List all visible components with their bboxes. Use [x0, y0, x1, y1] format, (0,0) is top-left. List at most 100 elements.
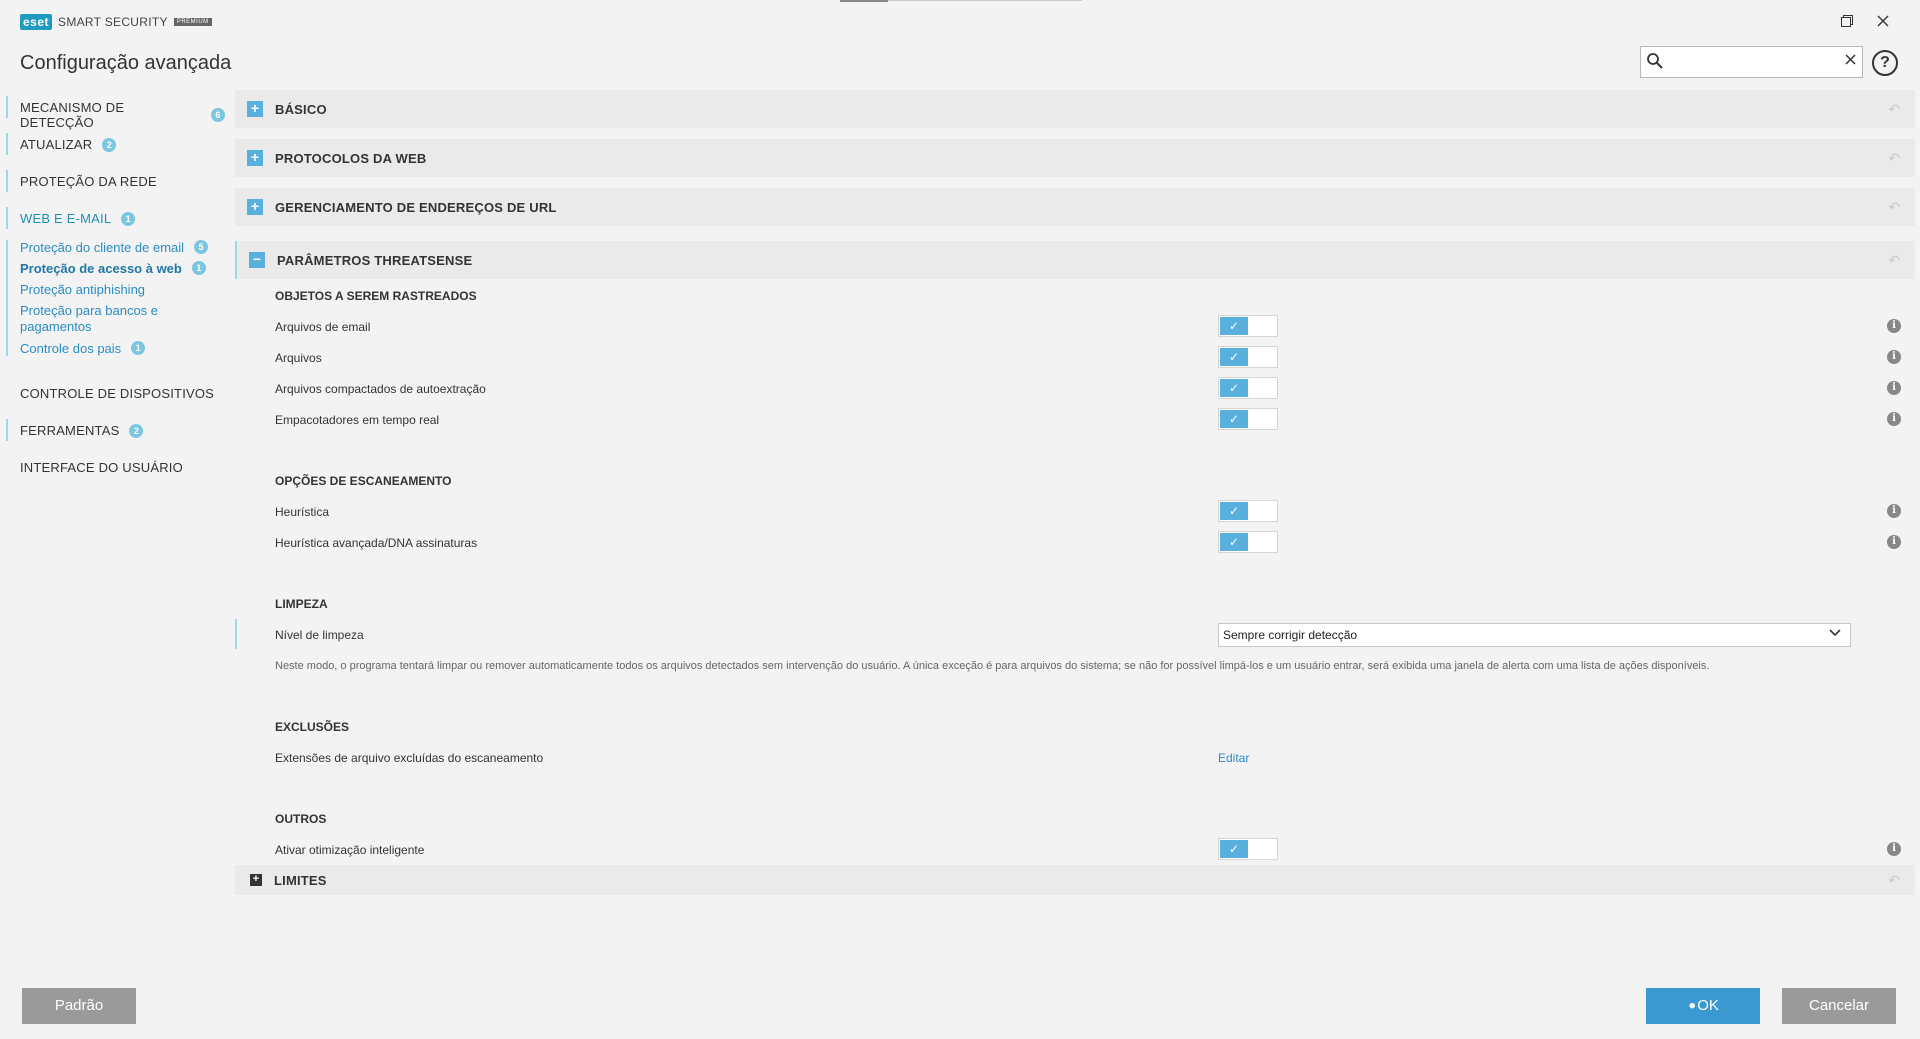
- section-url-management[interactable]: + GERENCIAMENTO DE ENDEREÇOS DE URL ↶: [235, 188, 1915, 226]
- restore-icon[interactable]: [1836, 10, 1858, 32]
- toggle-advanced-heuristics[interactable]: ✓: [1218, 531, 1278, 553]
- cleaning-description: Neste modo, o programa tentará limpar ou…: [275, 660, 1710, 672]
- help-button[interactable]: ?: [1872, 50, 1898, 76]
- group-title-scan-options: OPÇÕES DE ESCANEAMENTO: [275, 474, 452, 488]
- sidebar-subitem-parental-control[interactable]: Controle dos pais 1: [20, 341, 146, 357]
- info-icon[interactable]: i: [1887, 504, 1901, 518]
- sidebar-subitem-label: Proteção de acesso à web: [20, 261, 182, 276]
- sidebar-subitem-label: Proteção do cliente de email: [20, 240, 185, 255]
- default-button[interactable]: Padrão: [22, 988, 136, 1024]
- toggle-sfx-archives[interactable]: ✓: [1218, 377, 1278, 399]
- section-basic[interactable]: + BÁSICO ↶: [235, 90, 1915, 128]
- section-title: BÁSICO: [275, 101, 327, 117]
- check-icon: ✓: [1220, 502, 1248, 520]
- edit-exclusions-link[interactable]: Editar: [1218, 751, 1249, 765]
- search-box[interactable]: [1640, 46, 1863, 78]
- sidebar-item-web-email[interactable]: WEB E E-MAIL 1: [5, 207, 136, 229]
- group-title-exclusions: EXCLUSÕES: [275, 720, 350, 734]
- setting-label: Heurística: [275, 505, 330, 519]
- toggle-smart-optimization[interactable]: ✓: [1218, 838, 1278, 860]
- sidebar-item-update[interactable]: ATUALIZAR 2: [5, 133, 117, 155]
- info-icon[interactable]: i: [1887, 412, 1901, 426]
- eset-logo-mark: eset: [20, 14, 53, 30]
- section-threatsense[interactable]: − PARÂMETROS THREATSENSE ↶: [235, 241, 1915, 279]
- revert-icon[interactable]: ↶: [1888, 150, 1900, 167]
- setting-label: Heurística avançada/DNA assinaturas: [275, 536, 478, 550]
- info-icon[interactable]: i: [1887, 842, 1901, 856]
- chevron-down-icon: [1829, 629, 1841, 637]
- sidebar-item-detection-engine[interactable]: MECANISMO DE DETECÇÃO 6: [6, 96, 225, 130]
- search-input[interactable]: [1669, 51, 1829, 73]
- check-icon: ✓: [1220, 317, 1248, 335]
- cleaning-level-select[interactable]: Sempre corrigir detecção: [1218, 623, 1851, 647]
- title-bar: eset SMART SECURITY PREMIUM: [0, 0, 1920, 40]
- check-icon: ✓: [1220, 840, 1248, 858]
- info-icon[interactable]: i: [1887, 535, 1901, 549]
- setting-label: Arquivos: [275, 351, 322, 365]
- toggle-email-files[interactable]: ✓: [1218, 315, 1278, 337]
- sidebar-subitem-label: Proteção antiphishing: [20, 282, 146, 297]
- sidebar-subitem-email-client[interactable]: Proteção do cliente de email 5: [20, 240, 209, 256]
- info-icon[interactable]: i: [1887, 350, 1901, 364]
- count-badge: 1: [121, 211, 136, 226]
- sidebar-item-label: WEB E E-MAIL: [20, 211, 112, 226]
- group-title-cleaning: LIMPEZA: [275, 597, 328, 611]
- revert-icon[interactable]: ↶: [1888, 101, 1900, 118]
- sidebar-item-label: CONTROLE DE DISPOSITIVOS: [20, 386, 215, 401]
- clear-search-icon[interactable]: [1845, 52, 1856, 70]
- shield-icon: ⚫: [1687, 999, 1698, 1013]
- revert-icon[interactable]: ↶: [1888, 199, 1900, 216]
- count-badge: 6: [211, 108, 225, 122]
- setting-label: Arquivos compactados de autoextração: [275, 382, 486, 396]
- sidebar-item-device-control[interactable]: CONTROLE DE DISPOSITIVOS: [20, 386, 214, 401]
- drag-indicator-track: [888, 0, 1082, 1]
- sidebar-subitem-web-access[interactable]: Proteção de acesso à web 1: [20, 261, 206, 277]
- product-name: SMART SECURITY: [58, 15, 168, 29]
- toggle-archives[interactable]: ✓: [1218, 346, 1278, 368]
- sidebar-subitem-antiphishing[interactable]: Proteção antiphishing: [20, 282, 145, 298]
- sidebar-item-label: FERRAMENTAS: [20, 423, 120, 438]
- section-limits[interactable]: + LIMITES ↶: [235, 865, 1915, 895]
- edition-badge: PREMIUM: [173, 18, 212, 26]
- setting-label: Ativar otimização inteligente: [275, 843, 425, 857]
- revert-icon[interactable]: ↶: [1888, 252, 1900, 269]
- section-web-protocols[interactable]: + PROTOCOLOS DA WEB ↶: [235, 139, 1915, 177]
- sidebar-subitem-label: Proteção para bancos e pagamentos: [20, 303, 159, 334]
- drag-indicator: [840, 0, 888, 2]
- expand-icon: +: [250, 874, 262, 886]
- expand-icon: +: [247, 101, 263, 117]
- close-icon[interactable]: [1872, 10, 1894, 32]
- setting-label: Nível de limpeza: [275, 628, 364, 642]
- group-title-other: OUTROS: [275, 812, 327, 826]
- sidebar-item-network-protection[interactable]: PROTEÇÃO DA REDE: [6, 170, 157, 192]
- row-accent: [235, 619, 237, 649]
- app-logo: eset SMART SECURITY PREMIUM: [20, 14, 212, 30]
- check-icon: ✓: [1220, 533, 1248, 551]
- section-title: LIMITES: [274, 872, 327, 888]
- check-icon: ✓: [1220, 379, 1248, 397]
- sidebar-item-tools[interactable]: FERRAMENTAS 2: [5, 419, 144, 441]
- toggle-heuristics[interactable]: ✓: [1218, 500, 1278, 522]
- sidebar-item-user-interface[interactable]: INTERFACE DO USUÁRIO: [20, 460, 183, 475]
- count-badge: 1: [191, 261, 206, 275]
- collapse-icon: −: [249, 252, 265, 268]
- select-value: Sempre corrigir detecção: [1223, 628, 1358, 642]
- expand-icon: +: [247, 150, 263, 166]
- sidebar-subitem-banking[interactable]: Proteção para bancos e pagamentos: [20, 303, 170, 335]
- check-icon: ✓: [1220, 348, 1248, 366]
- section-title: PARÂMETROS THREATSENSE: [277, 252, 473, 268]
- sidebar-item-label: ATUALIZAR: [20, 137, 93, 152]
- sidebar-item-label: INTERFACE DO USUÁRIO: [20, 460, 183, 475]
- search-icon: [1647, 53, 1663, 69]
- setting-label: Arquivos de email: [275, 320, 371, 334]
- toggle-runtime-packers[interactable]: ✓: [1218, 408, 1278, 430]
- ok-label: OK: [1697, 997, 1719, 1014]
- cancel-button[interactable]: Cancelar: [1782, 988, 1896, 1024]
- ok-button[interactable]: ⚫OK: [1646, 988, 1760, 1024]
- info-icon[interactable]: i: [1887, 381, 1901, 395]
- group-title-objects: OBJETOS A SEREM RASTREADOS: [275, 289, 477, 303]
- setting-label: Extensões de arquivo excluídas do escane…: [275, 751, 544, 765]
- revert-icon[interactable]: ↶: [1888, 872, 1900, 889]
- info-icon[interactable]: i: [1887, 319, 1901, 333]
- count-badge: 1: [131, 341, 146, 355]
